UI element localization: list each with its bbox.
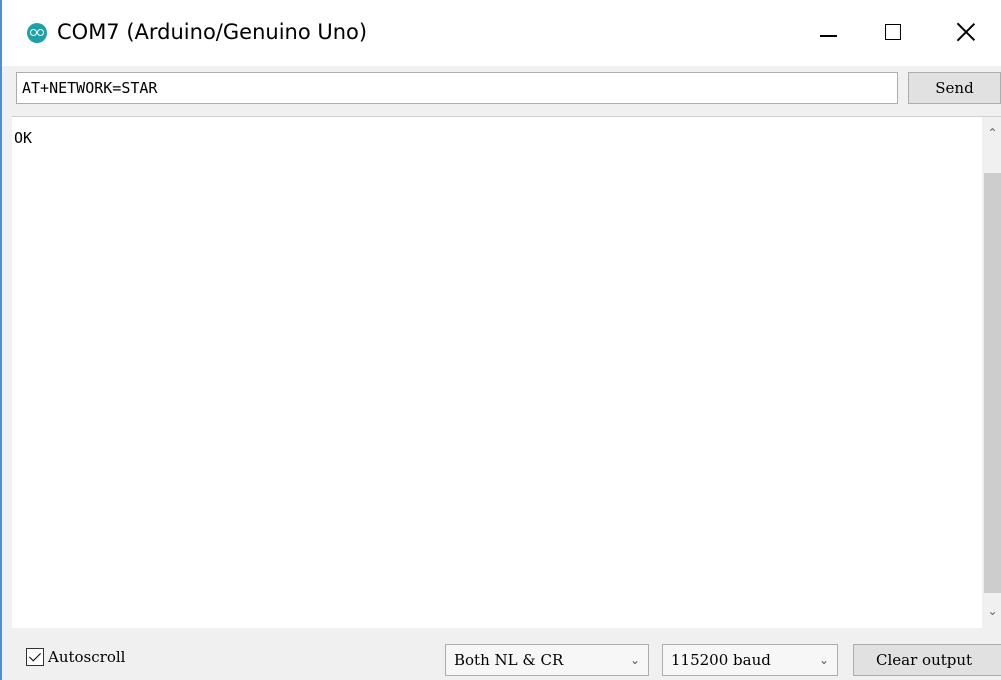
bottom-toolbar: Autoscroll Both NL & CR ⌄ 115200 baud ⌄ … <box>2 628 1001 680</box>
minimize-button[interactable] <box>798 0 860 66</box>
close-button[interactable] <box>936 0 998 66</box>
title-bar[interactable]: COM7 (Arduino/Genuino Uno) <box>2 0 1001 66</box>
autoscroll-toggle[interactable]: Autoscroll <box>26 648 125 666</box>
line-ending-select[interactable]: Both NL & CR ⌄ <box>445 644 649 676</box>
serial-output-area[interactable]: OK <box>12 116 982 628</box>
minimize-icon <box>820 35 837 37</box>
scroll-down-icon[interactable]: ⌄ <box>982 601 1001 621</box>
scroll-thumb[interactable] <box>984 173 1001 593</box>
clear-output-button[interactable]: Clear output <box>853 644 1001 676</box>
chevron-down-icon: ⌄ <box>818 653 829 667</box>
baud-rate-select[interactable]: 115200 baud ⌄ <box>662 644 838 676</box>
chevron-down-icon: ⌄ <box>629 653 640 667</box>
autoscroll-label: Autoscroll <box>48 648 126 666</box>
arduino-logo-icon <box>27 23 47 43</box>
maximize-icon <box>885 24 901 40</box>
maximize-button[interactable] <box>862 0 924 66</box>
output-line: OK <box>14 129 33 147</box>
line-ending-value: Both NL & CR <box>454 651 564 669</box>
close-icon <box>956 22 976 42</box>
window-title: COM7 (Arduino/Genuino Uno) <box>57 20 368 44</box>
send-button[interactable]: Send <box>908 72 1001 104</box>
serial-command-input[interactable] <box>16 72 898 104</box>
autoscroll-checkbox[interactable] <box>26 648 44 666</box>
scroll-up-icon[interactable]: ⌃ <box>982 123 1001 143</box>
baud-rate-value: 115200 baud <box>671 651 771 669</box>
output-scrollbar[interactable]: ⌃ ⌄ <box>982 116 1001 628</box>
serial-monitor-window: COM7 (Arduino/Genuino Uno) Send OK ⌃ ⌄ A… <box>0 0 1001 680</box>
